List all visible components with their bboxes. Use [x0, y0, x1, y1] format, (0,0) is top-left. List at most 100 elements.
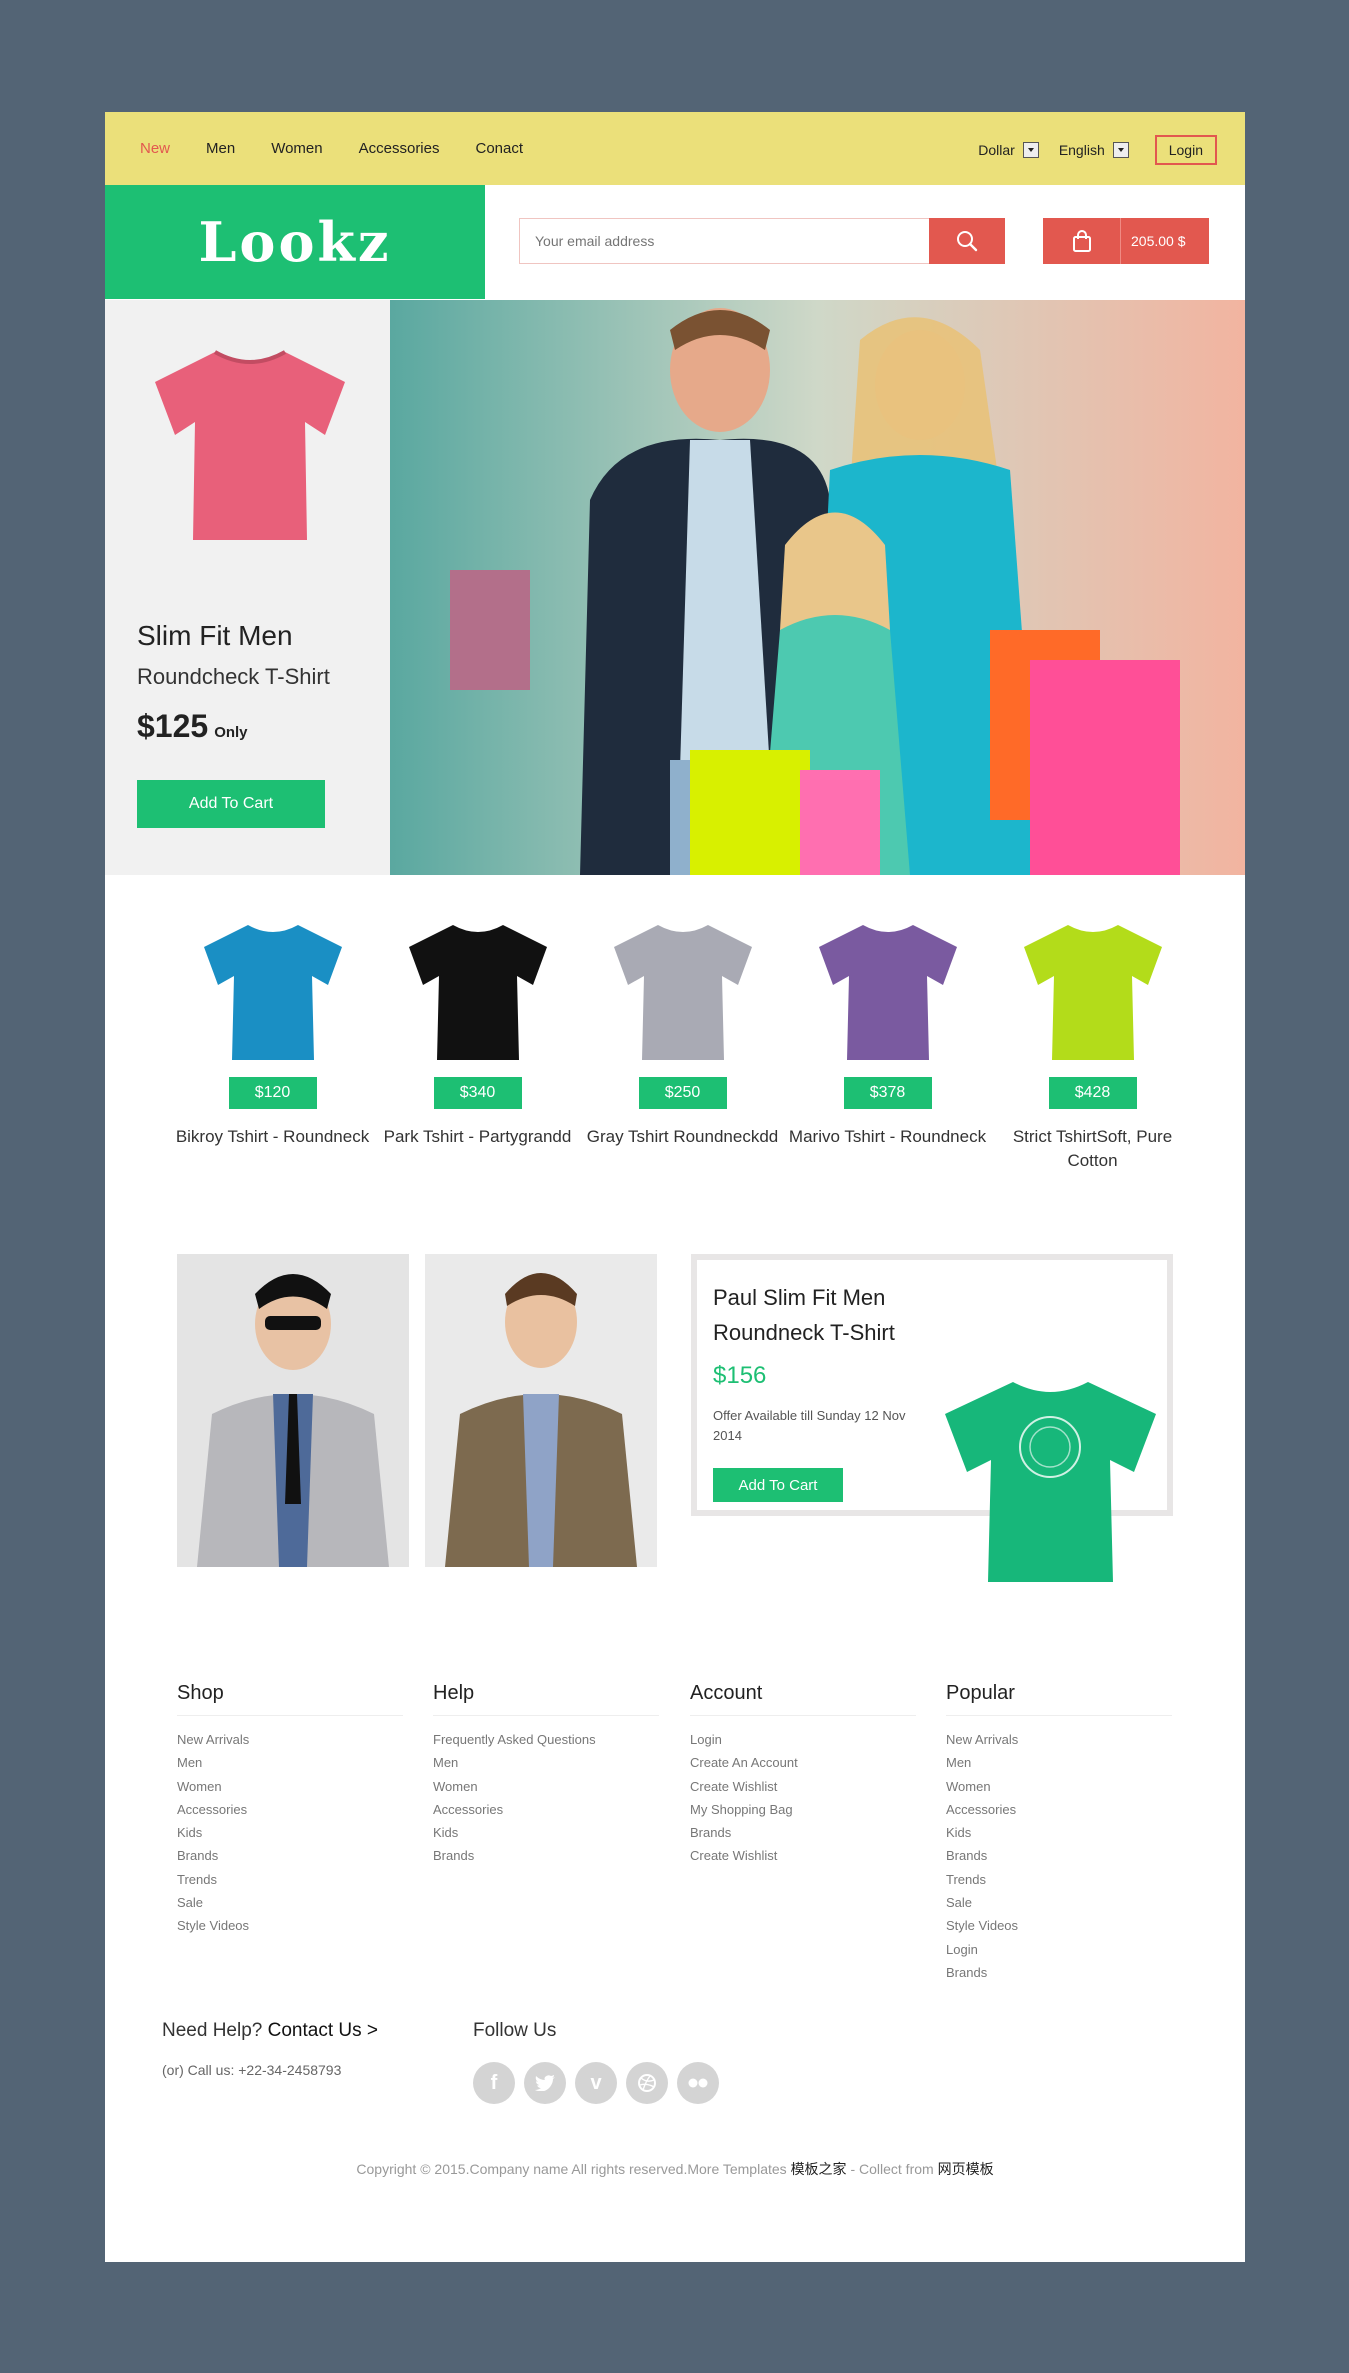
contact-us-link[interactable]: Contact Us > — [268, 2020, 378, 2041]
bag-icon-wrap — [1043, 218, 1121, 264]
product-card[interactable]: $378 Marivo Tshirt - Roundneck — [785, 912, 990, 1173]
footer-link[interactable]: Men — [433, 1751, 659, 1774]
vimeo-icon[interactable]: v — [575, 2062, 617, 2104]
product-name[interactable]: Gray Tshirt Roundneckdd — [580, 1125, 785, 1149]
footer-link[interactable]: Sale — [177, 1891, 403, 1914]
footer-link[interactable]: Women — [433, 1775, 659, 1798]
pink-tshirt-image — [155, 350, 345, 540]
footer-col-account: Account Login Create An Account Create W… — [690, 1682, 916, 1868]
footer-link[interactable]: Brands — [177, 1844, 403, 1867]
twitter-icon[interactable] — [524, 2062, 566, 2104]
nav-item-men[interactable]: Men — [206, 140, 235, 157]
top-right: Dollar English Login — [978, 135, 1217, 165]
web-templates-link[interactable]: 网页模板 — [938, 2161, 994, 2177]
featured-title[interactable]: Paul Slim Fit Men Roundneck T-Shirt — [713, 1280, 973, 1350]
tshirt-image — [1023, 924, 1162, 1060]
product-name[interactable]: Marivo Tshirt - Roundneck — [785, 1125, 990, 1149]
footer-link[interactable]: Brands — [690, 1821, 916, 1844]
dribbble-icon[interactable] — [626, 2062, 668, 2104]
footer-link[interactable]: Create Wishlist — [690, 1775, 916, 1798]
product-card[interactable]: $250 Gray Tshirt Roundneckdd — [580, 912, 785, 1173]
product-card[interactable]: $340 Park Tshirt - Partygrandd — [375, 912, 580, 1173]
product-name[interactable]: Bikroy Tshirt - Roundneck — [170, 1125, 375, 1149]
footer-link[interactable]: New Arrivals — [177, 1728, 403, 1751]
logo-area[interactable]: Lookz — [105, 185, 485, 299]
footer-link[interactable]: Login — [946, 1938, 1172, 1961]
login-button[interactable]: Login — [1154, 135, 1217, 165]
footer-link[interactable]: Brands — [946, 1844, 1172, 1867]
footer-link[interactable]: Men — [946, 1751, 1172, 1774]
footer-link[interactable]: Accessories — [433, 1798, 659, 1821]
product-card[interactable]: $428 Strict TshirtSoft, Pure Cotton — [990, 912, 1195, 1173]
footer-link[interactable]: Trends — [946, 1868, 1172, 1891]
footer-link[interactable]: Women — [946, 1775, 1172, 1798]
footer-link[interactable]: Login — [690, 1728, 916, 1751]
footer-link[interactable]: Women — [177, 1775, 403, 1798]
footer-col-title: Shop — [177, 1682, 403, 1716]
footer-col-popular: Popular New Arrivals Men Women Accessori… — [946, 1682, 1172, 1984]
footer-link[interactable]: Kids — [946, 1821, 1172, 1844]
footer-col-help: Help Frequently Asked Questions Men Wome… — [433, 1682, 659, 1868]
product-price[interactable]: $120 — [228, 1077, 317, 1109]
footer-link[interactable]: Brands — [946, 1961, 1172, 1984]
top-bar: New Men Women Accessories Conact Dollar … — [105, 112, 1245, 185]
product-price[interactable]: $378 — [843, 1077, 932, 1109]
shopping-bag-icon — [1072, 230, 1091, 252]
call-us-text: (or) Call us: +22-34-2458793 — [162, 2062, 342, 2078]
flickr-icon[interactable] — [677, 2062, 719, 2104]
follow-us-title: Follow Us — [473, 2020, 557, 2041]
search-input[interactable] — [520, 219, 931, 263]
product-name[interactable]: Strict TshirtSoft, Pure Cotton — [990, 1125, 1195, 1173]
product-list: $120 Bikroy Tshirt - Roundneck $340 Park… — [170, 912, 1195, 1173]
footer-link[interactable]: Create An Account — [690, 1751, 916, 1774]
featured-price: $156 — [713, 1362, 767, 1389]
language-select[interactable]: English — [1059, 142, 1129, 158]
hero-add-to-cart-button[interactable]: Add To Cart — [137, 780, 325, 828]
nav-item-women[interactable]: Women — [271, 140, 322, 157]
nav-item-new[interactable]: New — [140, 140, 170, 157]
search-button[interactable] — [929, 218, 1005, 264]
currency-select[interactable]: Dollar — [978, 142, 1039, 158]
need-help-label: Need Help? — [162, 2020, 263, 2041]
footer-link[interactable]: Accessories — [177, 1798, 403, 1821]
footer-link[interactable]: New Arrivals — [946, 1728, 1172, 1751]
footer-link[interactable]: Men — [177, 1751, 403, 1774]
footer-link[interactable]: Accessories — [946, 1798, 1172, 1821]
top-nav: New Men Women Accessories Conact — [140, 140, 523, 157]
search-box — [519, 218, 932, 264]
hero-subtitle: Roundcheck T-Shirt — [137, 664, 330, 689]
copyright: Copyright © 2015.Company name All rights… — [105, 2159, 1245, 2179]
featured-add-to-cart-button[interactable]: Add To Cart — [713, 1468, 843, 1502]
cart-total: 205.00 $ — [1131, 233, 1186, 249]
footer-link[interactable]: Create Wishlist — [690, 1844, 916, 1867]
footer-link[interactable]: Brands — [433, 1844, 659, 1867]
templates-link[interactable]: 模板之家 — [791, 2161, 847, 2177]
tshirt-image — [408, 924, 547, 1060]
footer-link[interactable]: Style Videos — [177, 1914, 403, 1937]
footer-col-title: Account — [690, 1682, 916, 1716]
cart-button[interactable]: 205.00 $ — [1043, 218, 1209, 264]
facebook-icon[interactable]: f — [473, 2062, 515, 2104]
hero-price-suffix: Only — [214, 724, 248, 741]
product-image — [170, 912, 375, 1067]
footer-link[interactable]: My Shopping Bag — [690, 1798, 916, 1821]
product-price[interactable]: $340 — [433, 1077, 522, 1109]
footer-link[interactable]: Kids — [433, 1821, 659, 1844]
footer-link[interactable]: Style Videos — [946, 1914, 1172, 1937]
nav-item-accessories[interactable]: Accessories — [359, 140, 440, 157]
currency-label: Dollar — [978, 142, 1015, 158]
nav-item-contact[interactable]: Conact — [475, 140, 523, 157]
copyright-text: Copyright © 2015.Company name All rights… — [356, 2161, 787, 2177]
footer-link[interactable]: Sale — [946, 1891, 1172, 1914]
footer-link[interactable]: Trends — [177, 1868, 403, 1891]
product-price[interactable]: $250 — [638, 1077, 727, 1109]
logo: Lookz — [198, 210, 392, 274]
product-card[interactable]: $120 Bikroy Tshirt - Roundneck — [170, 912, 375, 1173]
footer-link[interactable]: Frequently Asked Questions — [433, 1728, 659, 1751]
product-name[interactable]: Park Tshirt - Partygrandd — [375, 1125, 580, 1149]
product-price[interactable]: $428 — [1048, 1077, 1137, 1109]
need-help: Need Help? Contact Us > — [162, 2020, 378, 2042]
search-icon — [957, 231, 978, 252]
footer-link[interactable]: Kids — [177, 1821, 403, 1844]
hero-family-shopping-photo — [390, 300, 1245, 875]
